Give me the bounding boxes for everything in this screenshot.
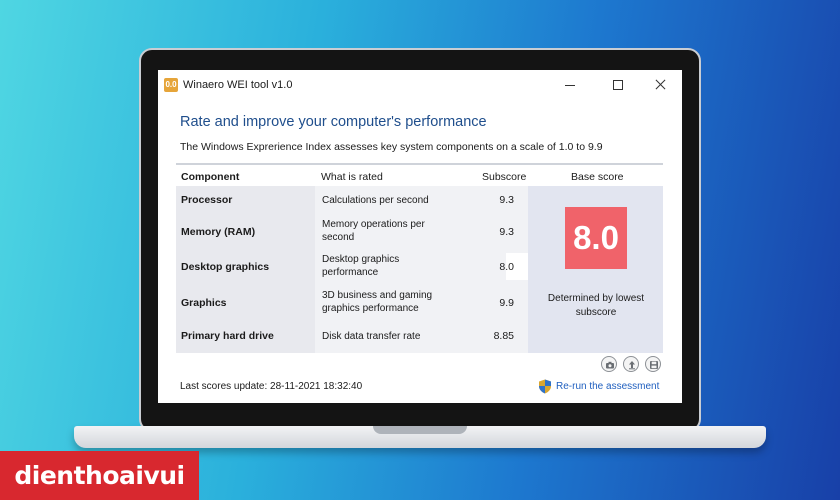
camera-icon [606,361,614,369]
minimize-button[interactable] [550,70,590,100]
row-component: Memory (RAM) [181,226,256,238]
row-rated: 3D business and gaming graphics performa… [322,290,433,314]
row-subscore: 8.0 [499,261,514,273]
table-row: Graphics 3D business and gaming graphics… [176,285,528,321]
row-rated: Disk data transfer rate [322,331,421,342]
row-rated: Calculations per second [322,195,429,206]
row-subscore: 9.3 [499,194,514,206]
table-header: Component What is rated Subscore Base sc… [176,163,663,186]
row-rated: Memory operations per second [322,219,425,243]
row-component: Primary hard drive [181,330,274,342]
row-component: Graphics [181,297,227,309]
row-subscore: 9.9 [499,297,514,309]
table-row: Processor Calculations per second 9.3 [176,186,528,215]
row-subscore: 8.85 [493,330,514,342]
header-base-score: Base score [571,171,624,183]
row-rated: Desktop graphics performance [322,254,400,278]
score-table: Component What is rated Subscore Base sc… [176,163,663,353]
header-component: Component [181,171,240,183]
table-row: Desktop graphics Desktop graphics perfor… [176,249,528,285]
table-row: Primary hard drive Disk data transfer ra… [176,321,528,353]
title-bar[interactable]: 0.0 Winaero WEI tool v1.0 [158,70,682,100]
page-heading: Rate and improve your computer's perform… [180,114,487,130]
camera-button[interactable] [601,356,617,372]
app-icon: 0.0 [164,78,178,92]
header-subscore: Subscore [482,171,527,183]
upload-button[interactable] [623,356,639,372]
save-button[interactable] [645,356,661,372]
row-component: Desktop graphics [181,261,270,273]
row-component: Processor [181,194,233,206]
upload-icon [629,361,635,370]
save-icon [650,361,658,369]
maximize-button[interactable] [598,70,638,100]
row-subscore: 9.3 [499,226,514,238]
base-score-value: 8.0 [565,207,627,269]
last-scores-update: Last scores update: 28-11-2021 18:32:40 [180,381,363,392]
base-score-note: Determined by lowest subscore [547,293,645,318]
table-row: Memory (RAM) Memory operations per secon… [176,215,528,249]
rerun-assessment-link[interactable]: Re-run the assessment [556,381,659,392]
shield-icon [539,379,551,394]
wei-tool-window: 0.0 Winaero WEI tool v1.0 Rate and impro… [158,70,682,403]
page-subheading: The Windows Exprerience Index assesses k… [180,141,603,153]
close-button[interactable] [640,70,680,100]
laptop-notch [373,426,467,434]
brand-logo: dienthoaivui [0,451,199,500]
header-what-is-rated: What is rated [321,171,383,183]
window-title: Winaero WEI tool v1.0 [183,79,293,91]
